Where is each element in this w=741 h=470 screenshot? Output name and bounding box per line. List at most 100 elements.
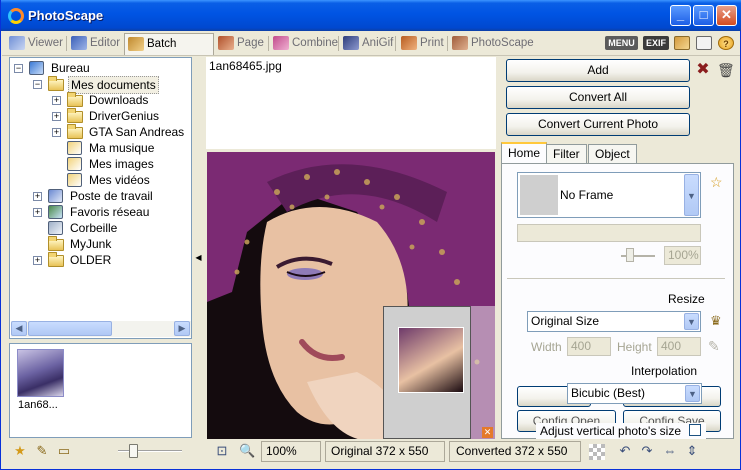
tab-label: Page [237, 37, 264, 49]
original-size: Original 372 x 550 [325, 441, 445, 462]
anigif-icon [343, 36, 359, 50]
page-icon [218, 36, 234, 50]
chevron-down-icon[interactable]: ▼ [685, 385, 700, 402]
tab-home[interactable]: Home [501, 142, 548, 164]
batch-editor-icon [128, 37, 144, 51]
chevron-down-icon[interactable]: ▼ [684, 313, 699, 330]
folder-settings-icon[interactable] [674, 36, 690, 50]
add-button[interactable]: Add [506, 59, 690, 82]
help-icon[interactable]: ? [718, 36, 734, 50]
close-button[interactable]: ✕ [716, 5, 737, 26]
tab-editor[interactable]: Editor [68, 33, 124, 55]
adjust-row: Adjust vertical photo's size [536, 423, 706, 439]
tab-filter[interactable]: Filter [546, 144, 587, 164]
width-field: 400 [567, 337, 611, 356]
folder-icon [48, 236, 64, 251]
window-title: PhotoScape [28, 8, 104, 23]
chevron-down-icon[interactable]: ▼ [684, 174, 699, 216]
photoscape-window: PhotoScape _ □ ✕ Viewer Editor Batch Edi… [0, 0, 741, 470]
tree-horizontal-scrollbar[interactable]: ◀ ▶ [11, 321, 191, 337]
scroll-left-icon[interactable]: ◀ [11, 321, 27, 336]
tab-label: PhotoScape [471, 37, 534, 49]
trash-icon[interactable]: 🗑 [717, 61, 735, 79]
rotate-left-icon[interactable]: ↶ [617, 443, 633, 459]
tree-item-label: OLDER [70, 253, 112, 267]
convert-all-button[interactable]: Convert All [506, 86, 690, 109]
photo-thumbnail[interactable] [17, 349, 64, 397]
tree-item-label: Downloads [89, 93, 149, 107]
maximize-button[interactable]: □ [693, 5, 714, 26]
tab-batch-editor[interactable]: Batch Editor [124, 33, 214, 70]
open-folder-icon[interactable]: ▭ [56, 443, 72, 459]
recycle-bin-icon [48, 221, 63, 235]
expand-icon[interactable]: + [33, 192, 42, 201]
favorite-frame-icon[interactable]: ☆ [710, 174, 723, 191]
interpolation-dropdown[interactable]: Bicubic (Best) ▼ [567, 383, 702, 404]
thumbnail-size-slider[interactable] [118, 450, 182, 452]
collapse-icon[interactable]: − [14, 64, 23, 73]
frame-value: No Frame [560, 188, 614, 202]
tree-item-label: Corbeille [70, 221, 118, 235]
scroll-thumb[interactable] [28, 321, 112, 336]
expand-icon[interactable]: + [52, 112, 61, 121]
thumbnail-label: 1an68... [18, 399, 58, 411]
expand-icon[interactable]: + [52, 96, 61, 105]
navigator-box[interactable] [383, 306, 471, 439]
resize-value: Original Size [531, 314, 600, 328]
frame-dropdown[interactable]: No Frame ▼ [517, 172, 701, 218]
tab-page[interactable]: Page [215, 33, 268, 55]
zoom-icon[interactable]: 🔍 [239, 443, 255, 459]
rotate-right-icon[interactable]: ↷ [639, 443, 655, 459]
frame-name-field [517, 224, 701, 242]
fit-to-window-icon[interactable]: ⊡ [214, 443, 230, 459]
splitter-collapse-icon[interactable]: ◀ [194, 208, 203, 308]
copy-window-icon[interactable] [696, 36, 712, 50]
edit-size-icon: ✎ [708, 338, 720, 354]
tab-label: Combine [292, 37, 339, 49]
tab-anigif[interactable]: AniGif [340, 33, 397, 55]
frame-size-field: 100% [664, 246, 701, 265]
favorite-star-icon[interactable]: ★ [12, 443, 28, 459]
exif-button[interactable]: EXIF [643, 36, 669, 50]
tree-item-label: Poste de travail [70, 189, 153, 203]
divider [507, 278, 725, 279]
minimize-button[interactable]: _ [670, 5, 691, 26]
folder-icon [48, 76, 64, 91]
transparency-grid-icon[interactable] [589, 444, 605, 460]
tab-divider [395, 36, 396, 51]
tree-item-label: Favoris réseau [70, 205, 150, 219]
photoscape-logo-icon [8, 8, 24, 24]
document-folder-icon [67, 157, 82, 171]
tab-print[interactable]: Print [398, 33, 448, 55]
scroll-right-icon[interactable]: ▶ [174, 321, 190, 336]
title-bar[interactable]: PhotoScape _ □ ✕ [1, 0, 741, 31]
print-icon [401, 36, 417, 50]
tab-object[interactable]: Object [588, 144, 637, 164]
flip-horizontal-icon[interactable]: ⇔ [662, 443, 678, 459]
tab-combine[interactable]: Combine [270, 33, 342, 55]
close-navigator-icon[interactable]: ✕ [482, 427, 493, 438]
menu-button[interactable]: MENU [605, 36, 638, 50]
resize-dropdown[interactable]: Original Size ▼ [527, 311, 701, 332]
file-list-item[interactable]: 1an68465.jpg [209, 59, 282, 73]
tab-photoscape[interactable]: PhotoScape [449, 33, 538, 55]
tab-label: Viewer [28, 37, 63, 49]
expand-icon[interactable]: + [33, 208, 42, 217]
tab-viewer[interactable]: Viewer [6, 33, 67, 55]
slider-handle[interactable] [129, 444, 138, 458]
navigator-viewport[interactable] [398, 327, 464, 393]
convert-current-photo-button[interactable]: Convert Current Photo [506, 113, 690, 136]
resize-preset-icon[interactable]: ♛ [710, 313, 722, 329]
tab-label: AniGif [362, 37, 394, 49]
interpolation-label: Interpolation [631, 364, 698, 378]
thumbnail-panel: 1an68... [9, 343, 192, 438]
recent-folders-icon[interactable]: ✎ [34, 443, 50, 459]
expand-icon[interactable]: + [52, 128, 61, 137]
photoscape-icon [452, 36, 468, 50]
height-field: 400 [657, 337, 701, 356]
expand-icon[interactable]: + [33, 256, 42, 265]
collapse-icon[interactable]: − [33, 80, 42, 89]
flip-vertical-icon[interactable]: ⇕ [684, 443, 700, 459]
remove-icon[interactable]: ✖ [695, 61, 711, 79]
adjust-vertical-checkbox[interactable] [689, 424, 701, 436]
